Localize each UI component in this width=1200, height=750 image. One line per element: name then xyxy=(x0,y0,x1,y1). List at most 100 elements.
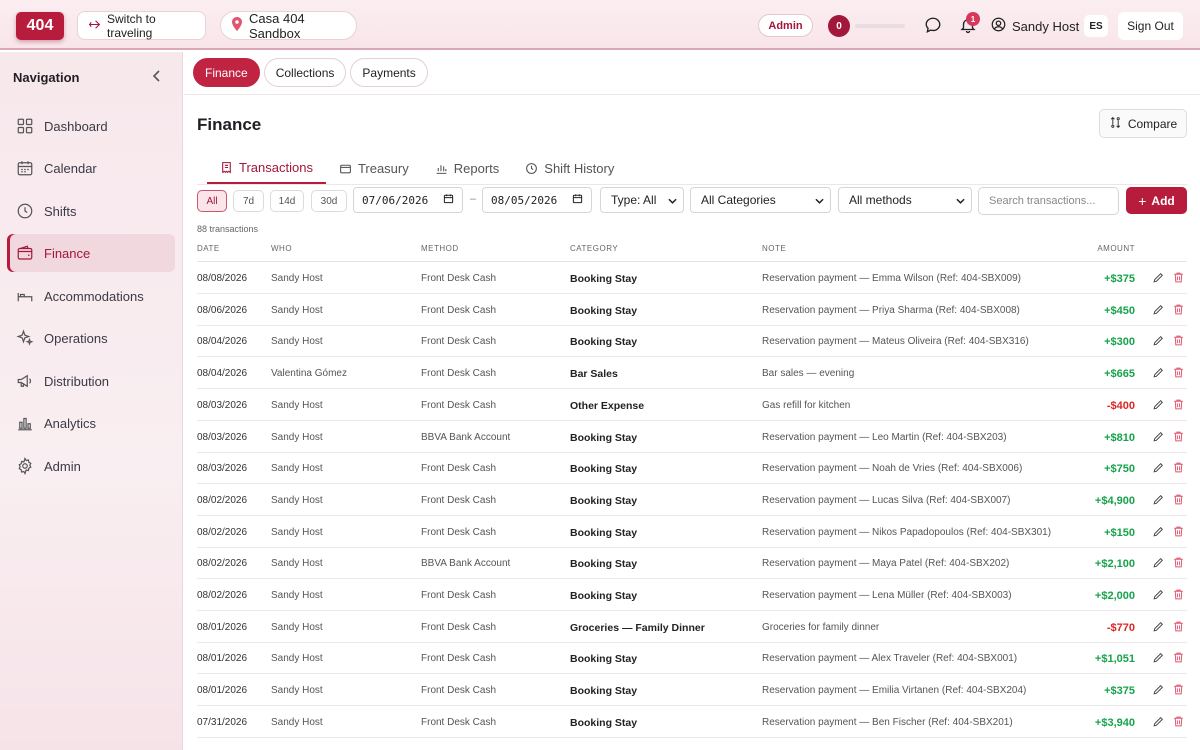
sidebar-item-distribution[interactable]: Distribution xyxy=(7,362,175,400)
range-all-button[interactable]: All xyxy=(197,190,227,212)
table-row[interactable]: 08/01/2026 Sandy Host Front Desk Cash Groce… xyxy=(197,611,1187,643)
edit-icon[interactable] xyxy=(1152,493,1165,506)
trash-icon[interactable] xyxy=(1172,430,1185,443)
trash-icon[interactable] xyxy=(1172,461,1185,474)
edit-icon[interactable] xyxy=(1152,683,1165,696)
table-row[interactable]: 08/02/2026 Sandy Host Front Desk Cash Booki… xyxy=(197,579,1187,611)
chat-icon[interactable] xyxy=(923,15,943,35)
tab-treasury[interactable]: Treasury xyxy=(326,152,422,184)
sidebar-item-finance[interactable]: Finance xyxy=(7,234,175,272)
edit-icon[interactable] xyxy=(1152,620,1165,633)
trash-icon[interactable] xyxy=(1172,398,1185,411)
table-row[interactable]: 08/06/2026 Sandy Host Front Desk Cash Booki… xyxy=(197,294,1187,326)
range-7d-button[interactable]: 7d xyxy=(233,190,264,212)
tab-shift-history[interactable]: Shift History xyxy=(512,152,627,184)
trash-icon[interactable] xyxy=(1172,366,1185,379)
edit-icon[interactable] xyxy=(1152,271,1165,284)
trash-icon[interactable] xyxy=(1172,525,1185,538)
trash-icon[interactable] xyxy=(1172,588,1185,601)
sidebar-item-accommodations[interactable]: Accommodations xyxy=(7,277,175,315)
trash-icon[interactable] xyxy=(1172,303,1185,316)
cell-category: Booking Stay xyxy=(570,558,638,571)
table-row[interactable]: 07/31/2026 Sandy Host Front Desk Cash Booki… xyxy=(197,706,1187,738)
app-logo[interactable]: 404 xyxy=(16,12,64,40)
edit-icon[interactable] xyxy=(1152,651,1165,664)
calendar-icon xyxy=(17,161,33,176)
method-select[interactable]: All methods xyxy=(838,187,972,213)
table-row[interactable]: 08/02/2026 Sandy Host BBVA Bank Account Boo… xyxy=(197,547,1187,580)
table-row[interactable]: 08/03/2026 Sandy Host Front Desk Cash Other… xyxy=(197,389,1187,421)
bar-chart-icon xyxy=(18,417,32,431)
cell-who: Sandy Host xyxy=(271,685,323,697)
table-row[interactable]: 08/02/2026 Sandy Host Front Desk Cash Booki… xyxy=(197,516,1187,548)
subtab-payments[interactable]: Payments xyxy=(350,58,428,87)
range-30d-button[interactable]: 30d xyxy=(311,190,347,212)
user-menu[interactable]: Sandy Host xyxy=(991,17,1079,35)
table-row[interactable]: 08/03/2026 Sandy Host BBVA Bank Account Boo… xyxy=(197,421,1187,453)
sidebar-item-calendar[interactable]: Calendar xyxy=(7,149,175,187)
cell-date: 08/04/2026 xyxy=(197,336,248,348)
tab-label: Transactions xyxy=(239,159,313,175)
edit-icon[interactable] xyxy=(1152,715,1165,728)
date-to-input[interactable]: 08/05/2026 xyxy=(482,187,592,213)
edit-icon[interactable] xyxy=(1152,334,1165,347)
collapse-chevron-icon[interactable] xyxy=(152,69,162,85)
compare-button[interactable]: Compare xyxy=(1099,109,1187,138)
cell-amount: +$2,000 xyxy=(1094,590,1135,602)
switch-to-traveling-button[interactable]: Switch to traveling xyxy=(77,11,206,40)
edit-icon[interactable] xyxy=(1152,556,1165,569)
edit-icon[interactable] xyxy=(1152,366,1165,379)
cell-date: 07/31/2026 xyxy=(197,716,248,728)
category-select[interactable]: All Categories xyxy=(690,187,831,213)
table-row[interactable]: 08/03/2026 Sandy Host Front Desk Cash Booki… xyxy=(197,452,1187,485)
add-transaction-button[interactable]: + Add xyxy=(1126,187,1187,214)
table-row[interactable]: 08/04/2026 Valentina Gómez Front Desk Cash… xyxy=(197,357,1187,390)
cell-note: Reservation payment — Nikos Papadopoulos… xyxy=(762,526,1052,538)
table-row[interactable]: 08/04/2026 Sandy Host Front Desk Cash Booki… xyxy=(197,325,1187,358)
cell-note: Bar sales — evening xyxy=(762,368,855,380)
edit-icon[interactable] xyxy=(1152,525,1165,538)
range-14d-button[interactable]: 14d xyxy=(270,190,304,212)
trash-icon[interactable] xyxy=(1172,271,1185,284)
sidebar: Navigation Dashboard Calendar Shifts Fin… xyxy=(0,52,183,750)
edit-icon[interactable] xyxy=(1152,430,1165,443)
edit-icon[interactable] xyxy=(1152,398,1165,411)
edit-icon[interactable] xyxy=(1152,461,1165,474)
table-row[interactable]: 08/01/2026 Sandy Host Front Desk Cash Booki… xyxy=(197,642,1187,675)
property-selector[interactable]: Casa 404 Sandbox xyxy=(220,11,357,41)
trash-icon[interactable] xyxy=(1172,334,1185,347)
cell-note: Reservation payment — Lucas Silva (Ref: … xyxy=(762,494,1011,506)
date-from-input[interactable]: 07/06/2026 xyxy=(353,187,463,213)
language-toggle[interactable]: ES xyxy=(1084,15,1108,37)
table-row[interactable]: 08/01/2026 Sandy Host Front Desk Cash Booki… xyxy=(197,674,1187,707)
sidebar-item-shifts[interactable]: Shifts xyxy=(7,192,175,230)
subtab-collections[interactable]: Collections xyxy=(263,58,347,87)
trash-icon[interactable] xyxy=(1172,493,1185,506)
edit-icon[interactable] xyxy=(1152,588,1165,601)
sidebar-item-label: Operations xyxy=(44,330,108,346)
table-row[interactable]: 08/08/2026 Sandy Host Front Desk Cash Booki… xyxy=(197,262,1187,294)
cell-category: Booking Stay xyxy=(570,590,638,602)
trash-icon[interactable] xyxy=(1172,620,1185,633)
cell-date: 08/03/2026 xyxy=(197,463,248,475)
trash-icon[interactable] xyxy=(1172,651,1185,664)
trash-icon[interactable] xyxy=(1172,683,1185,696)
sign-out-button[interactable]: Sign Out xyxy=(1118,12,1183,40)
sidebar-item-analytics[interactable]: Analytics xyxy=(7,404,175,442)
edit-icon[interactable] xyxy=(1152,303,1165,316)
chevron-down-icon xyxy=(815,193,824,207)
sidebar-item-admin[interactable]: Admin xyxy=(7,447,175,485)
page-title: Finance xyxy=(197,115,262,134)
trash-icon[interactable] xyxy=(1172,556,1185,569)
sidebar-item-dashboard[interactable]: Dashboard xyxy=(7,107,175,145)
cell-method: Front Desk Cash xyxy=(421,526,497,538)
trash-icon[interactable] xyxy=(1172,715,1185,728)
subtab-finance[interactable]: Finance xyxy=(193,58,260,87)
type-select[interactable]: Type: All xyxy=(600,187,684,213)
sidebar-item-operations[interactable]: Operations xyxy=(7,319,175,357)
search-input[interactable]: Search transactions... xyxy=(978,187,1119,215)
cell-note: Gas refill for kitchen xyxy=(762,399,851,411)
table-row[interactable]: 08/02/2026 Sandy Host Front Desk Cash Booki… xyxy=(197,484,1187,516)
tab-reports[interactable]: Reports xyxy=(422,152,513,184)
tab-transactions[interactable]: Transactions xyxy=(207,152,326,184)
